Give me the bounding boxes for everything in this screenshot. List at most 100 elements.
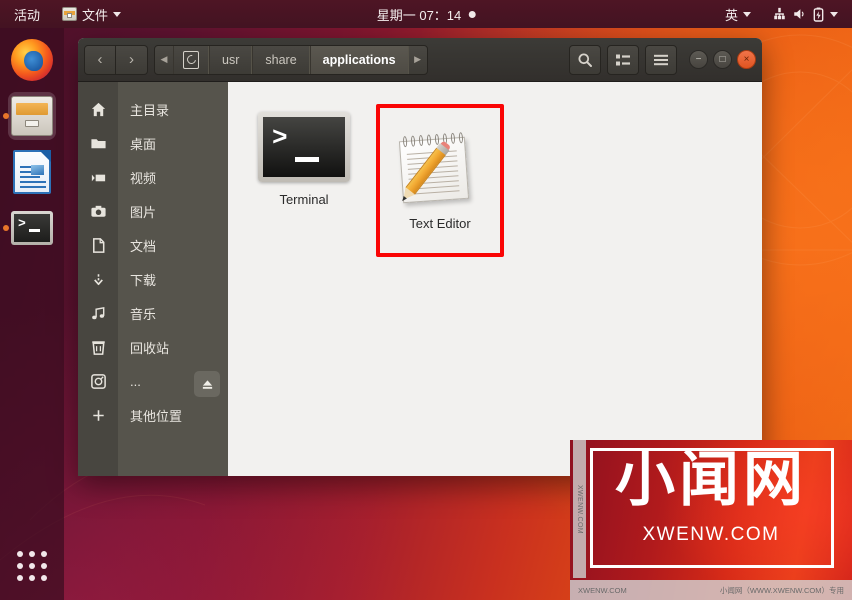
show-applications-button[interactable] xyxy=(8,542,56,590)
sidebar-icon-desktop[interactable] xyxy=(78,126,118,160)
breadcrumb-item-usr[interactable]: usr xyxy=(209,45,253,74)
file-item-terminal[interactable]: Terminal xyxy=(256,104,352,257)
sidebar-item-trash[interactable]: 回收站 xyxy=(118,330,228,364)
file-item-text-editor[interactable]: Text Editor xyxy=(376,104,504,257)
window-header-bar: ‹ › ◀ usr share applications ▶ − □ × xyxy=(78,38,762,82)
download-icon xyxy=(93,273,103,285)
search-button[interactable] xyxy=(569,44,601,75)
dock-item-terminal[interactable] xyxy=(8,204,56,252)
chevron-down-icon xyxy=(830,11,838,17)
file-list-area[interactable]: Terminal xyxy=(228,82,762,476)
document-icon xyxy=(92,237,104,253)
breadcrumb: ◀ usr share applications ▶ xyxy=(154,44,428,75)
chevron-down-icon xyxy=(113,11,122,17)
sidebar-item-other-locations[interactable]: 其他位置 xyxy=(118,398,228,432)
terminal-icon xyxy=(11,211,53,245)
menu-button[interactable] xyxy=(645,44,677,75)
clock-button[interactable]: 星期一 07：14 xyxy=(377,5,476,24)
breadcrumb-item-root[interactable] xyxy=(173,45,209,74)
disk-icon xyxy=(183,50,199,69)
firefox-icon xyxy=(11,39,53,81)
home-icon xyxy=(91,102,105,116)
files-icon xyxy=(62,7,78,21)
watermark-footer: XWENW.COM 小闻网（WWW.XWENW.COM）专用 xyxy=(570,580,852,600)
plus-icon xyxy=(92,409,104,421)
sidebar-icon-trash[interactable] xyxy=(78,330,118,364)
volume-icon xyxy=(794,9,804,19)
network-icon xyxy=(774,7,785,20)
search-icon xyxy=(578,53,592,67)
window-body: 主目录 桌面 视频 图片 文档 下载 音乐 回收站 ... 其他位置 > Ter… xyxy=(78,82,762,476)
window-controls: − □ × xyxy=(689,50,756,69)
breadcrumb-item-share[interactable]: share xyxy=(252,45,310,74)
sidebar-item-documents[interactable]: 文档 xyxy=(118,228,228,262)
minimize-button[interactable]: − xyxy=(689,50,708,69)
top-bar: 活动 文件 星期一 07：14 英 xyxy=(0,0,852,28)
file-item-label: Text Editor xyxy=(409,216,471,231)
music-icon xyxy=(91,306,104,319)
disc-icon xyxy=(90,373,106,389)
sidebar-item-music[interactable]: 音乐 xyxy=(118,296,228,330)
sidebar-icon-music[interactable] xyxy=(78,296,118,330)
breadcrumb-item-applications[interactable]: applications xyxy=(309,45,409,74)
notification-dot-icon xyxy=(468,10,476,18)
sidebar-icon-disc[interactable] xyxy=(78,364,118,398)
sidebar-item-videos[interactable]: 视频 xyxy=(118,160,228,194)
libreoffice-writer-icon xyxy=(13,150,51,194)
activities-button[interactable]: 活动 xyxy=(10,3,44,26)
eject-icon xyxy=(202,379,212,389)
view-options-button[interactable] xyxy=(607,44,639,75)
top-bar-right: 英 xyxy=(721,3,842,26)
breadcrumb-scroll-left[interactable]: ◀ xyxy=(155,46,173,74)
battery-icon xyxy=(813,7,824,22)
dock-item-files[interactable] xyxy=(8,92,56,140)
watermark-title: 小闻网 xyxy=(615,446,807,513)
dock-item-firefox[interactable] xyxy=(8,36,56,84)
watermark-subtitle: XWENW.COM xyxy=(642,524,780,545)
watermark-footer-right: 小闻网（WWW.XWENW.COM）专用 xyxy=(719,585,844,595)
sidebar-icon-pictures[interactable] xyxy=(78,194,118,228)
system-menu-button[interactable] xyxy=(768,5,842,24)
sidebar-icon-downloads[interactable] xyxy=(78,262,118,296)
activities-label: 活动 xyxy=(14,7,41,23)
input-method-button[interactable]: 英 xyxy=(721,3,755,26)
sidebar-item-desktop[interactable]: 桌面 xyxy=(118,126,228,160)
sidebar-item-home[interactable]: 主目录 xyxy=(118,92,228,126)
folder-icon xyxy=(90,138,106,148)
forward-button[interactable]: › xyxy=(116,44,148,75)
watermark-overlay: XWENW.COM 小闻网 XWENW.COM XWENW.COM 小闻网（WW… xyxy=(570,440,852,600)
sidebar-item-disc[interactable]: ... xyxy=(118,364,228,398)
sidebar-item-pictures[interactable]: 图片 xyxy=(118,194,228,228)
watermark-footer-left: XWENW.COM xyxy=(578,585,627,595)
video-icon xyxy=(91,174,105,181)
maximize-button[interactable]: □ xyxy=(713,50,732,69)
sidebar-item-downloads[interactable]: 下载 xyxy=(118,262,228,296)
navigation-buttons: ‹ › xyxy=(84,44,148,75)
sidebar-icon-documents[interactable] xyxy=(78,228,118,262)
input-method-label: 英 xyxy=(724,7,738,23)
sidebar-icon-videos[interactable] xyxy=(78,160,118,194)
sidebar-icon-home[interactable] xyxy=(78,92,118,126)
breadcrumb-scroll-right[interactable]: ▶ xyxy=(409,46,427,74)
app-menu-button[interactable]: 文件 xyxy=(58,3,125,26)
sidebar-label-column: 主目录 桌面 视频 图片 文档 下载 音乐 回收站 ... 其他位置 xyxy=(118,82,228,476)
file-manager-window: ‹ › ◀ usr share applications ▶ − □ × 主目录… xyxy=(78,38,762,476)
terminal-app-icon xyxy=(258,112,350,182)
dock-item-libreoffice-writer[interactable] xyxy=(8,148,56,196)
sidebar-icon-column xyxy=(78,82,118,476)
text-editor-app-icon xyxy=(397,130,483,206)
chevron-down-icon xyxy=(743,11,751,17)
files-icon xyxy=(11,96,53,136)
dock xyxy=(0,28,64,600)
sidebar-icon-other-locations[interactable] xyxy=(78,398,118,432)
sidebar-item-label: ... xyxy=(130,373,141,389)
eject-button[interactable] xyxy=(194,371,220,397)
list-view-icon xyxy=(616,54,630,65)
file-item-label: Terminal xyxy=(279,192,329,207)
back-button[interactable]: ‹ xyxy=(84,44,116,75)
top-bar-left: 活动 文件 xyxy=(0,3,125,26)
camera-icon xyxy=(90,205,106,217)
hamburger-icon xyxy=(654,54,668,65)
clock-label: 星期一 07：14 xyxy=(376,7,462,23)
close-button[interactable]: × xyxy=(737,50,756,69)
